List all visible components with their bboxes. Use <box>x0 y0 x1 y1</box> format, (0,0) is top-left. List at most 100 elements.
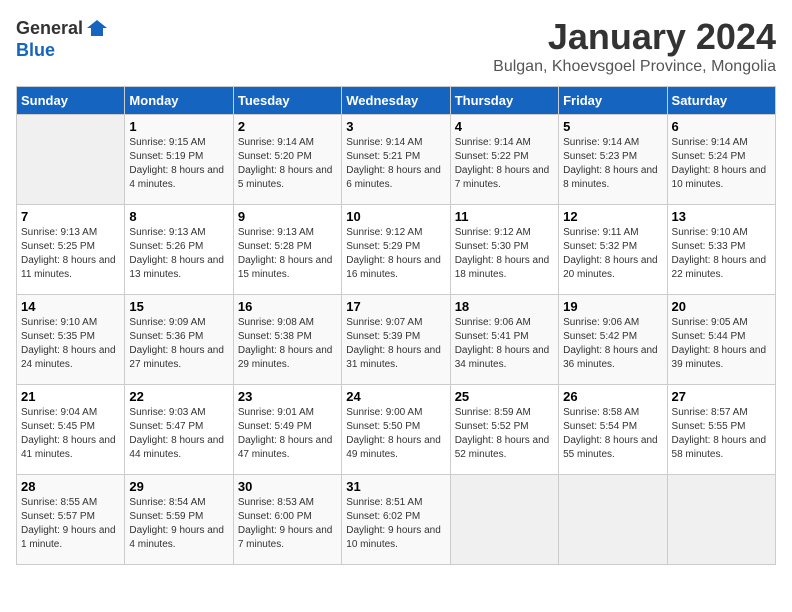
header-cell-monday: Monday <box>125 87 233 115</box>
day-cell: 22 Sunrise: 9:03 AMSunset: 5:47 PMDayligh… <box>125 385 233 475</box>
day-number: 2 <box>238 119 337 134</box>
header-cell-tuesday: Tuesday <box>233 87 341 115</box>
day-cell: 20Sunrise: 9:05 AMSunset: 5:44 PMDayligh… <box>667 295 775 385</box>
day-info: Sunrise: 9:15 AMSunset: 5:19 PMDaylight:… <box>129 136 228 192</box>
day-info: Sunrise: 8:51 AMSunset: 6:02 PMDaylight:… <box>346 496 445 552</box>
day-info: Sunrise: 8:59 AMSunset: 5:52 PMDaylight:… <box>455 406 554 462</box>
day-cell: 3Sunrise: 9:14 AMSunset: 5:21 PMDaylight… <box>342 115 450 205</box>
day-cell: 21Sunrise: 9:04 AMSunset: 5:45 PMDayligh… <box>17 385 125 475</box>
day-cell: 6 Sunrise: 9:14 AMSunset: 5:24 PMDaylight… <box>667 115 775 205</box>
day-number: 18 <box>455 299 554 314</box>
day-info: Sunrise: 9:09 AMSunset: 5:36 PMDaylight:… <box>129 316 228 372</box>
day-cell <box>559 475 667 565</box>
day-number: 4 <box>455 119 554 134</box>
calendar-table: SundayMondayTuesdayWednesdayThursdayFrid… <box>16 86 776 565</box>
day-cell <box>450 475 558 565</box>
day-number: 24 <box>346 389 445 404</box>
day-info: Sunrise: 9:03 AMSunset: 5:47 PMDaylight:… <box>129 406 228 462</box>
header-cell-thursday: Thursday <box>450 87 558 115</box>
day-cell: 24 Sunrise: 9:00 AMSunset: 5:50 PMDayligh… <box>342 385 450 475</box>
day-info: Sunrise: 9:08 AMSunset: 5:38 PMDaylight:… <box>238 316 337 372</box>
day-info: Sunrise: 9:13 AMSunset: 5:26 PMDaylight:… <box>129 226 228 282</box>
week-row-5: 28 Sunrise: 8:55 AMSunset: 5:57 PMDayligh… <box>17 475 776 565</box>
day-info: Sunrise: 9:07 AMSunset: 5:39 PMDaylight:… <box>346 316 445 372</box>
day-number: 29 <box>129 479 228 494</box>
day-number: 14 <box>21 299 120 314</box>
day-info: Sunrise: 9:14 AMSunset: 5:23 PMDaylight:… <box>563 136 662 192</box>
day-info: Sunrise: 8:53 AMSunset: 6:00 PMDaylight:… <box>238 496 337 552</box>
title-area: January 2024 Bulgan, Khoevsgoel Province… <box>493 16 776 76</box>
day-cell: 31 Sunrise: 8:51 AMSunset: 6:02 PMDayligh… <box>342 475 450 565</box>
day-number: 25 <box>455 389 554 404</box>
header-row: SundayMondayTuesdayWednesdayThursdayFrid… <box>17 87 776 115</box>
day-cell: 5 Sunrise: 9:14 AMSunset: 5:23 PMDaylight… <box>559 115 667 205</box>
day-number: 7 <box>21 209 120 224</box>
day-number: 12 <box>563 209 662 224</box>
day-info: Sunrise: 9:14 AMSunset: 5:24 PMDaylight:… <box>672 136 771 192</box>
day-info: Sunrise: 9:06 AMSunset: 5:42 PMDaylight:… <box>563 316 662 372</box>
calendar-subtitle: Bulgan, Khoevsgoel Province, Mongolia <box>493 58 776 76</box>
day-number: 31 <box>346 479 445 494</box>
day-number: 1 <box>129 119 228 134</box>
day-cell: 14 Sunrise: 9:10 AMSunset: 5:35 PMDayligh… <box>17 295 125 385</box>
day-info: Sunrise: 9:13 AMSunset: 5:28 PMDaylight:… <box>238 226 337 282</box>
header: General Blue January 2024 Bulgan, Khoevs… <box>16 16 776 76</box>
day-cell: 10Sunrise: 9:12 AMSunset: 5:29 PMDayligh… <box>342 205 450 295</box>
day-info: Sunrise: 9:04 AMSunset: 5:45 PMDaylight:… <box>21 406 120 462</box>
day-info: Sunrise: 9:12 AMSunset: 5:30 PMDaylight:… <box>455 226 554 282</box>
day-info: Sunrise: 9:10 AMSunset: 5:33 PMDaylight:… <box>672 226 771 282</box>
day-number: 28 <box>21 479 120 494</box>
logo-icon <box>85 16 109 40</box>
day-info: Sunrise: 9:01 AMSunset: 5:49 PMDaylight:… <box>238 406 337 462</box>
day-info: Sunrise: 9:06 AMSunset: 5:41 PMDaylight:… <box>455 316 554 372</box>
logo: General Blue <box>16 16 109 61</box>
week-row-2: 7 Sunrise: 9:13 AMSunset: 5:25 PMDaylight… <box>17 205 776 295</box>
day-cell: 8Sunrise: 9:13 AMSunset: 5:26 PMDaylight… <box>125 205 233 295</box>
day-number: 6 <box>672 119 771 134</box>
week-row-3: 14 Sunrise: 9:10 AMSunset: 5:35 PMDayligh… <box>17 295 776 385</box>
day-info: Sunrise: 8:57 AMSunset: 5:55 PMDaylight:… <box>672 406 771 462</box>
day-cell: 27 Sunrise: 8:57 AMSunset: 5:55 PMDayligh… <box>667 385 775 475</box>
day-cell: 25 Sunrise: 8:59 AMSunset: 5:52 PMDayligh… <box>450 385 558 475</box>
day-info: Sunrise: 9:00 AMSunset: 5:50 PMDaylight:… <box>346 406 445 462</box>
day-number: 13 <box>672 209 771 224</box>
day-cell: 11Sunrise: 9:12 AMSunset: 5:30 PMDayligh… <box>450 205 558 295</box>
day-info: Sunrise: 9:14 AMSunset: 5:20 PMDaylight:… <box>238 136 337 192</box>
day-number: 22 <box>129 389 228 404</box>
header-cell-saturday: Saturday <box>667 87 775 115</box>
day-cell: 18 Sunrise: 9:06 AMSunset: 5:41 PMDayligh… <box>450 295 558 385</box>
header-cell-sunday: Sunday <box>17 87 125 115</box>
day-cell: 23 Sunrise: 9:01 AMSunset: 5:49 PMDayligh… <box>233 385 341 475</box>
day-info: Sunrise: 8:55 AMSunset: 5:57 PMDaylight:… <box>21 496 120 552</box>
day-info: Sunrise: 9:11 AMSunset: 5:32 PMDaylight:… <box>563 226 662 282</box>
day-info: Sunrise: 8:58 AMSunset: 5:54 PMDaylight:… <box>563 406 662 462</box>
day-cell: 29Sunrise: 8:54 AMSunset: 5:59 PMDayligh… <box>125 475 233 565</box>
day-number: 16 <box>238 299 337 314</box>
day-info: Sunrise: 9:05 AMSunset: 5:44 PMDaylight:… <box>672 316 771 372</box>
day-cell <box>17 115 125 205</box>
day-number: 15 <box>129 299 228 314</box>
day-cell: 28 Sunrise: 8:55 AMSunset: 5:57 PMDayligh… <box>17 475 125 565</box>
day-info: Sunrise: 9:10 AMSunset: 5:35 PMDaylight:… <box>21 316 120 372</box>
logo-blue-text: Blue <box>16 40 55 61</box>
day-cell: 9Sunrise: 9:13 AMSunset: 5:28 PMDaylight… <box>233 205 341 295</box>
header-cell-wednesday: Wednesday <box>342 87 450 115</box>
day-info: Sunrise: 9:13 AMSunset: 5:25 PMDaylight:… <box>21 226 120 282</box>
day-cell: 16 Sunrise: 9:08 AMSunset: 5:38 PMDayligh… <box>233 295 341 385</box>
day-number: 23 <box>238 389 337 404</box>
calendar-title: January 2024 <box>493 16 776 58</box>
day-cell: 26Sunrise: 8:58 AMSunset: 5:54 PMDayligh… <box>559 385 667 475</box>
day-cell: 19 Sunrise: 9:06 AMSunset: 5:42 PMDayligh… <box>559 295 667 385</box>
day-number: 5 <box>563 119 662 134</box>
day-number: 19 <box>563 299 662 314</box>
day-cell: 13 Sunrise: 9:10 AMSunset: 5:33 PMDayligh… <box>667 205 775 295</box>
day-number: 17 <box>346 299 445 314</box>
day-cell: 12 Sunrise: 9:11 AMSunset: 5:32 PMDayligh… <box>559 205 667 295</box>
day-cell <box>667 475 775 565</box>
header-cell-friday: Friday <box>559 87 667 115</box>
day-number: 27 <box>672 389 771 404</box>
day-cell: 7 Sunrise: 9:13 AMSunset: 5:25 PMDaylight… <box>17 205 125 295</box>
day-info: Sunrise: 9:14 AMSunset: 5:22 PMDaylight:… <box>455 136 554 192</box>
day-cell: 4 Sunrise: 9:14 AMSunset: 5:22 PMDaylight… <box>450 115 558 205</box>
week-row-1: 1 Sunrise: 9:15 AMSunset: 5:19 PMDaylight… <box>17 115 776 205</box>
